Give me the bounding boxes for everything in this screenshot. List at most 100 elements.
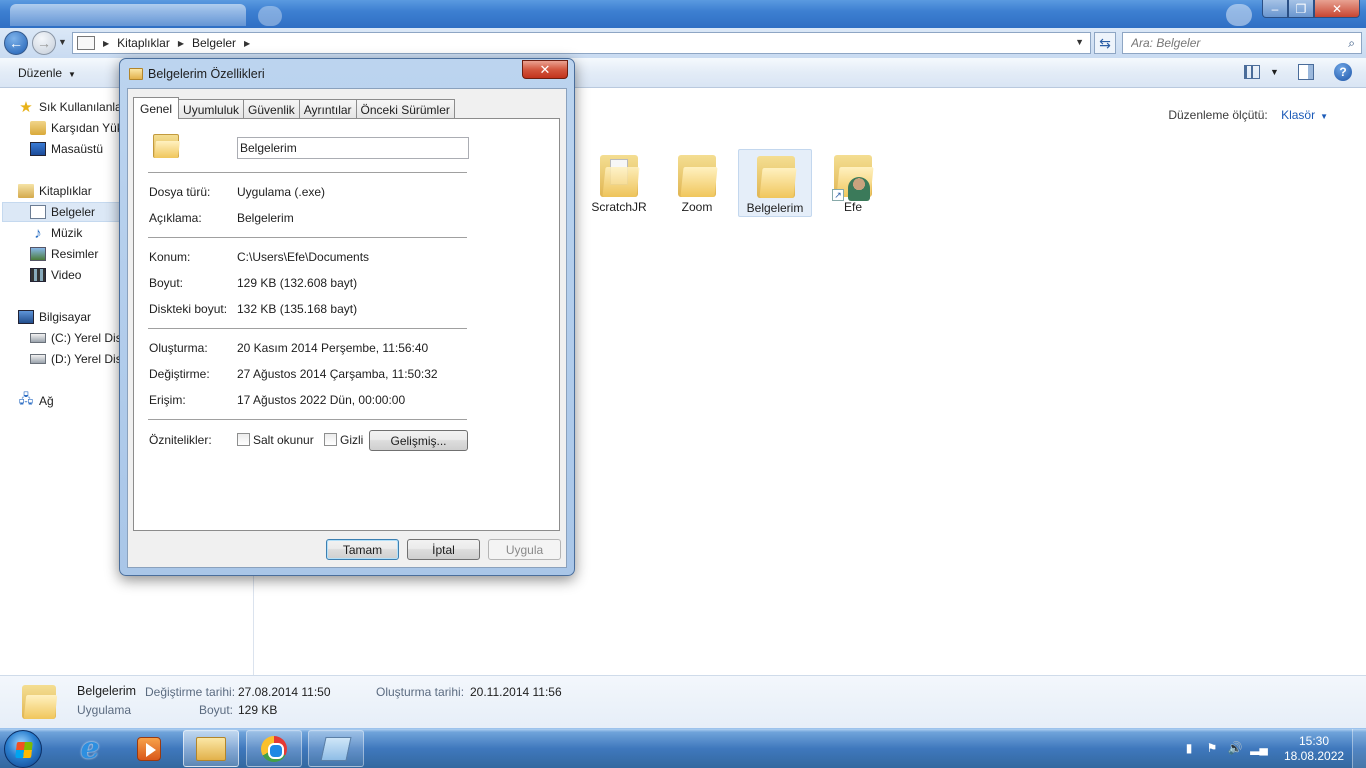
file-item-scratchjr[interactable]: ScratchJR	[582, 149, 656, 217]
details-type: Uygulama	[77, 703, 132, 717]
preview-pane-icon[interactable]	[1298, 64, 1314, 80]
explorer-folder-icon	[196, 736, 226, 761]
file-label: Zoom	[681, 200, 713, 214]
tab-previous-versions[interactable]: Önceki Sürümler	[355, 99, 455, 119]
tab-security[interactable]: Güvenlik	[243, 99, 300, 119]
accessed-value: 17 Ağustos 2022 Dün, 00:00:00	[237, 393, 406, 407]
change-view-icon[interactable]	[1244, 65, 1260, 79]
nav-documents-label: Belgeler	[51, 205, 96, 219]
dialog-close-button[interactable]: ✕	[522, 60, 568, 79]
search-icon[interactable]: ⌕	[1348, 36, 1355, 51]
battery-icon[interactable]: ▮	[1182, 741, 1196, 755]
general-tab-panel: Dosya türü: Uygulama (.exe) Açıklama: Be…	[133, 118, 560, 531]
cancel-button[interactable]: İptal	[407, 539, 480, 560]
folder-icon	[600, 155, 640, 197]
chevron-right-icon[interactable]: ▶	[178, 39, 184, 48]
nav-music-label: Müzik	[51, 226, 83, 240]
file-label: Efe	[843, 200, 862, 214]
disk-size-label: Diskteki boyut:	[149, 302, 228, 316]
arrange-by-label: Düzenleme ölçütü:	[1168, 108, 1268, 122]
show-desktop-button[interactable]	[1352, 729, 1366, 768]
tab-general[interactable]: Genel	[133, 97, 180, 119]
chevron-right-icon[interactable]: ▶	[103, 39, 109, 48]
close-button[interactable]: ✕	[1314, 0, 1360, 18]
music-note-icon: ♪	[34, 224, 42, 242]
hidden-label[interactable]: Gizli	[340, 433, 363, 447]
apply-button[interactable]: Uygula	[488, 539, 561, 560]
tab-compatibility[interactable]: Uyumluluk	[178, 99, 245, 119]
taskbar: e ▮ ⚑ 🔊 ▂▄ 15:30 18.08.2022	[0, 728, 1366, 768]
hard-drive-icon	[30, 354, 46, 364]
view-options-dropdown[interactable]: ▼	[1270, 67, 1279, 77]
arrange-by-dropdown[interactable]: Klasör	[1281, 108, 1315, 122]
taskbar-internet-explorer[interactable]: e	[62, 730, 118, 767]
nav-drive-d-label: (D:) Yerel Disk	[51, 352, 128, 366]
organize-button[interactable]: Düzenle ▼	[18, 66, 76, 80]
breadcrumb-documents[interactable]: Belgeler	[192, 36, 236, 50]
action-center-icon[interactable]: ⚑	[1205, 741, 1219, 755]
clock-date: 18.08.2022	[1284, 749, 1345, 763]
size-value: 129 KB (132.608 bayt)	[237, 276, 358, 290]
background-window-tab	[10, 4, 246, 26]
chevron-right-icon[interactable]: ▶	[244, 39, 250, 48]
clock[interactable]: 15:30 18.08.2022	[1284, 734, 1344, 764]
location-label: Konum:	[149, 250, 191, 264]
file-item-zoom[interactable]: Zoom	[660, 149, 734, 217]
file-type-label: Dosya türü:	[149, 185, 211, 199]
divider	[148, 172, 467, 173]
clock-time: 15:30	[1298, 734, 1330, 748]
user-folder-icon: ↗	[832, 155, 874, 201]
file-label: ScratchJR	[591, 200, 647, 214]
nav-pictures-label: Resimler	[51, 247, 99, 261]
address-dropdown-icon[interactable]: ▼	[1075, 37, 1084, 47]
address-bar[interactable]: ▶ Kitaplıklar ▶ Belgeler ▶ ▼	[72, 32, 1091, 54]
volume-icon[interactable]: 🔊	[1228, 741, 1243, 755]
details-created-value: 20.11.2014 11:56	[470, 685, 562, 699]
advanced-button[interactable]: Gelişmiş...	[369, 430, 468, 451]
readonly-checkbox[interactable]	[237, 433, 250, 446]
name-field[interactable]	[237, 137, 469, 159]
chevron-down-icon[interactable]: ▼	[1320, 112, 1328, 121]
minimize-button[interactable]: –	[1262, 0, 1288, 18]
taskbar-notepad[interactable]	[308, 730, 364, 767]
search-input[interactable]	[1131, 33, 1341, 53]
maximize-button[interactable]: ❐	[1288, 0, 1314, 18]
details-modified-value: 27.08.2014 11:50	[238, 685, 331, 699]
nav-favorites-label: Sık Kullanılanlar	[39, 100, 126, 114]
start-button[interactable]	[4, 730, 42, 768]
divider	[148, 237, 467, 238]
back-button[interactable]: ←	[4, 31, 28, 55]
modified-label: Değiştirme:	[149, 367, 210, 381]
chevron-down-icon: ▼	[68, 70, 76, 79]
network-signal-icon[interactable]: ▂▄	[1250, 741, 1268, 755]
breadcrumb-libraries[interactable]: Kitaplıklar	[117, 36, 170, 50]
ok-button[interactable]: Tamam	[326, 539, 399, 560]
search-box[interactable]: ⌕	[1122, 32, 1362, 54]
taskbar-chrome[interactable]	[246, 730, 302, 767]
hard-drive-icon	[30, 333, 46, 343]
file-item-efe[interactable]: ↗ Efe	[816, 149, 890, 217]
file-item-belgelerim[interactable]: Belgelerim	[738, 149, 812, 217]
taskbar-media-player[interactable]	[121, 730, 177, 767]
folder-icon	[22, 685, 58, 719]
film-icon	[30, 268, 46, 282]
library-icon	[77, 36, 95, 50]
nav-network-label: Ağ	[39, 394, 54, 408]
recent-pages-dropdown[interactable]: ▼	[58, 37, 67, 47]
internet-explorer-icon: e	[80, 731, 100, 766]
network-icon: 🖧	[18, 391, 34, 406]
dialog-title: Belgelerim Özellikleri	[148, 67, 265, 81]
windows-logo-icon	[15, 742, 33, 758]
taskbar-explorer[interactable]	[183, 730, 239, 767]
background-profile-circle	[1226, 4, 1252, 26]
forward-button[interactable]: →	[32, 31, 56, 55]
refresh-button[interactable]: ⇆	[1094, 32, 1116, 54]
address-row: ← → ▼ ▶ Kitaplıklar ▶ Belgeler ▶ ▼ ⇆ ⌕	[0, 28, 1366, 58]
readonly-label[interactable]: Salt okunur	[253, 433, 314, 447]
star-icon: ★	[19, 99, 33, 116]
disk-size-value: 132 KB (135.168 bayt)	[237, 302, 358, 316]
help-icon[interactable]: ?	[1334, 63, 1352, 81]
tab-details[interactable]: Ayrıntılar	[298, 99, 357, 119]
hidden-checkbox[interactable]	[324, 433, 337, 446]
details-created-key: Oluşturma tarihi:	[376, 685, 465, 699]
